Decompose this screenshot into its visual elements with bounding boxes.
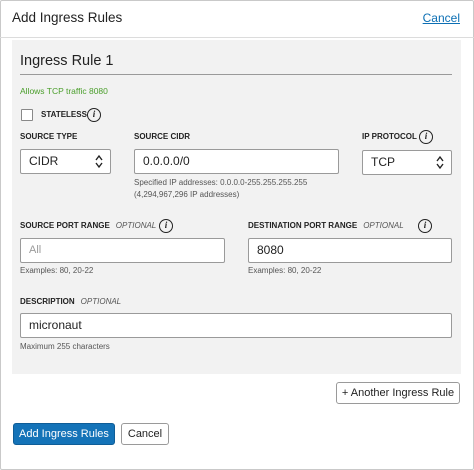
source-port-range-label: SOURCE PORT RANGE OPTIONAL xyxy=(20,221,156,230)
optional-tag: OPTIONAL xyxy=(363,221,404,230)
source-cidr-hint-2: (4,294,967,296 IP addresses) xyxy=(134,190,240,199)
info-icon[interactable]: i xyxy=(418,219,432,233)
destination-port-range-label-text: DESTINATION PORT RANGE xyxy=(248,221,358,230)
optional-tag: OPTIONAL xyxy=(80,297,122,306)
optional-tag: OPTIONAL xyxy=(115,221,157,230)
stateless-checkbox[interactable] xyxy=(21,109,33,121)
description-label-text: DESCRIPTION xyxy=(20,297,75,306)
ip-protocol-select[interactable]: TCP xyxy=(362,150,452,175)
cancel-link[interactable]: Cancel xyxy=(423,11,460,25)
chevron-up-down-icon xyxy=(436,155,444,170)
source-port-range-hint: Examples: 80, 20-22 xyxy=(20,266,94,275)
dialog-title: Add Ingress Rules xyxy=(12,10,123,25)
rule-summary: Allows TCP traffic 8080 xyxy=(20,86,108,96)
rule-title: Ingress Rule 1 xyxy=(20,47,452,75)
description-input[interactable]: micronaut xyxy=(20,313,452,338)
ip-protocol-value: TCP xyxy=(371,155,395,169)
ingress-rule-panel: Ingress Rule 1 Allows TCP traffic 8080 S… xyxy=(12,40,461,374)
destination-port-range-label: DESTINATION PORT RANGE OPTIONAL xyxy=(248,221,404,230)
source-port-range-label-text: SOURCE PORT RANGE xyxy=(20,221,110,230)
another-ingress-rule-button[interactable]: + Another Ingress Rule xyxy=(336,382,460,404)
info-icon[interactable]: i xyxy=(159,219,173,233)
add-ingress-rules-button[interactable]: Add Ingress Rules xyxy=(13,423,115,445)
source-port-range-input[interactable]: All xyxy=(20,238,225,263)
description-hint: Maximum 255 characters xyxy=(20,342,110,351)
info-icon[interactable]: i xyxy=(87,108,101,122)
stateless-label: STATELESS xyxy=(41,110,87,119)
destination-port-range-input[interactable]: 8080 xyxy=(248,238,452,263)
source-type-value: CIDR xyxy=(29,154,59,168)
source-type-select[interactable]: CIDR xyxy=(20,149,111,174)
dialog-header: Add Ingress Rules Cancel xyxy=(0,0,474,38)
source-cidr-input[interactable]: 0.0.0.0/0 xyxy=(134,149,339,174)
destination-port-range-hint: Examples: 80, 20-22 xyxy=(248,266,322,275)
source-type-label: SOURCE TYPE xyxy=(20,132,78,141)
ip-protocol-label: IP PROTOCOL xyxy=(362,132,417,141)
info-icon[interactable]: i xyxy=(419,130,433,144)
source-cidr-label: SOURCE CIDR xyxy=(134,132,191,141)
source-cidr-hint-1: Specified IP addresses: 0.0.0.0-255.255.… xyxy=(134,178,308,187)
chevron-up-down-icon xyxy=(95,154,103,169)
description-label: DESCRIPTION OPTIONAL xyxy=(20,297,121,306)
cancel-button[interactable]: Cancel xyxy=(121,423,169,445)
